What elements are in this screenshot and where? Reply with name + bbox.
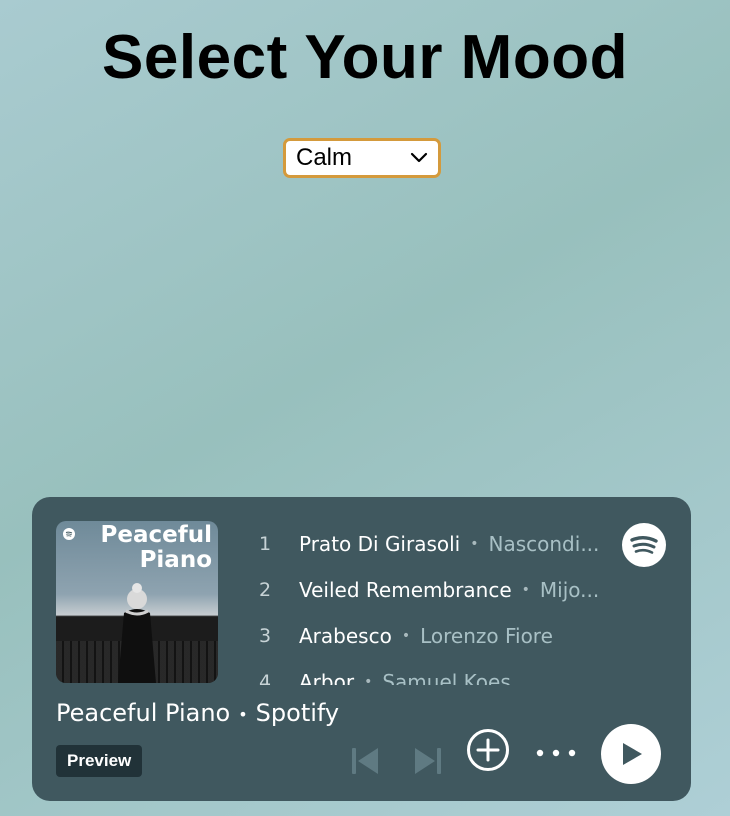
provider-name[interactable]: Spotify: [256, 699, 339, 727]
track-title: Veiled Remembrance: [299, 578, 512, 602]
track-row[interactable]: 2 Veiled Remembrance • Mijo...: [259, 567, 619, 613]
track-title: Arabesco: [299, 624, 392, 648]
spotify-mini-icon: [63, 528, 75, 540]
chevron-down-icon: [410, 149, 428, 167]
pianist-figure: [118, 583, 156, 683]
track-number: 1: [259, 533, 272, 555]
track-title: Arbor: [299, 670, 355, 685]
track-artist: Lorenzo Fiore: [420, 624, 553, 648]
track-number: 3: [259, 625, 272, 647]
track-row[interactable]: 3 Arabesco • Lorenzo Fiore: [259, 613, 619, 659]
track-number: 2: [259, 579, 272, 601]
page-title: Select Your Mood: [102, 23, 628, 92]
playlist-cover[interactable]: Peaceful Piano: [56, 521, 218, 683]
mood-dropdown[interactable]: Calm: [283, 138, 441, 178]
playlist-separator: •: [238, 704, 248, 724]
next-icon: [415, 748, 441, 774]
track-separator: •: [521, 582, 530, 598]
track-title: Prato Di Girasoli: [299, 532, 461, 556]
track-artist: Nascondi...: [488, 532, 600, 556]
cover-title: Peaceful Piano: [101, 523, 212, 573]
more-icon: [536, 749, 576, 757]
track-separator: •: [364, 674, 373, 685]
track-row[interactable]: 4 Arbor • Samuel Koes: [259, 659, 619, 685]
spotify-icon[interactable]: [622, 523, 666, 567]
add-icon: [467, 729, 509, 771]
add-to-library-button[interactable]: [465, 727, 511, 773]
more-options-button[interactable]: [532, 735, 580, 771]
play-button[interactable]: [601, 724, 661, 784]
track-list: 1 Prato Di Girasoli • Nascondi... 2 Veil…: [259, 521, 619, 685]
cover-title-line2: Piano: [139, 547, 212, 573]
track-row[interactable]: 1 Prato Di Girasoli • Nascondi...: [259, 521, 619, 567]
playlist-info: Peaceful Piano • Spotify: [56, 699, 339, 727]
track-separator: •: [470, 536, 479, 552]
play-icon: [623, 743, 642, 765]
track-artist: Mijo...: [539, 578, 600, 602]
track-separator: •: [401, 628, 411, 644]
track-number: 4: [259, 671, 272, 685]
previous-icon: [352, 748, 378, 774]
next-button[interactable]: [411, 744, 445, 778]
track-artist: Samuel Koes: [382, 670, 511, 685]
playlist-name[interactable]: Peaceful Piano: [56, 699, 230, 727]
mood-dropdown-value: Calm: [296, 144, 353, 171]
preview-badge: Preview: [56, 745, 143, 777]
previous-button[interactable]: [348, 744, 382, 778]
spotify-embed-player: Peaceful Piano 1 Prato Di Girasoli • Nas…: [32, 497, 691, 801]
cover-title-line1: Peaceful: [100, 522, 212, 548]
